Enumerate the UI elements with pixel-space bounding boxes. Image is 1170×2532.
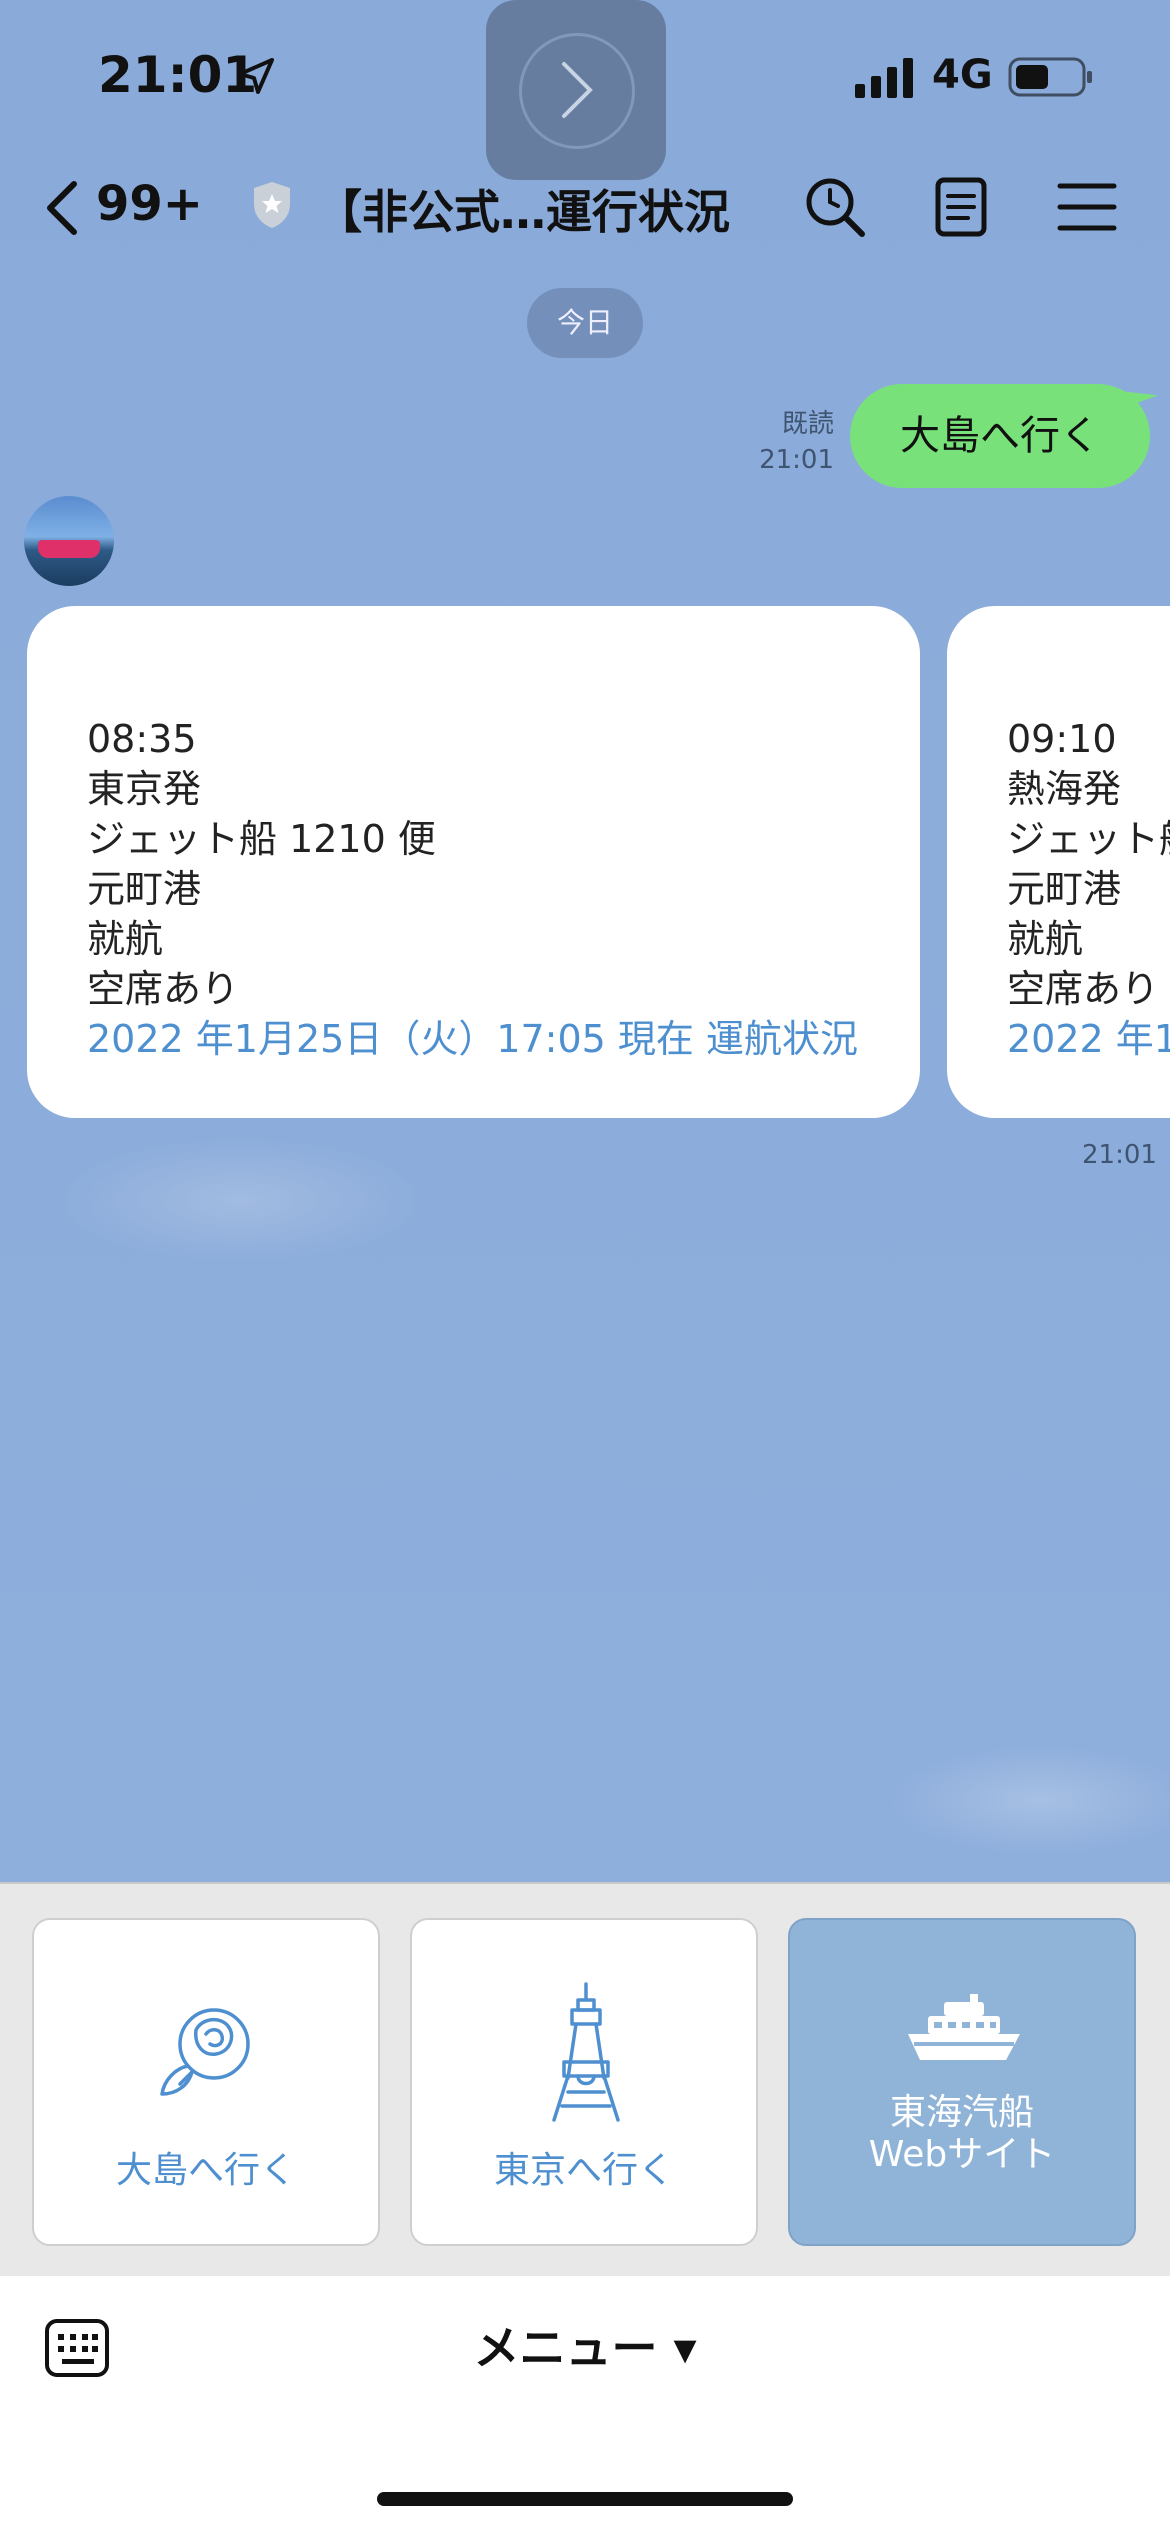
search-icon[interactable] bbox=[802, 174, 868, 240]
ship-icon bbox=[908, 1994, 1020, 2060]
status-bar: 21:01 4G bbox=[0, 0, 1170, 180]
departure-origin: 熱海発 bbox=[1007, 767, 1122, 811]
vessel-name: ジェット船 1210 便 bbox=[87, 817, 436, 861]
arrival-port: 元町港 bbox=[1007, 867, 1122, 911]
tile-label-line1: 東海汽船 bbox=[889, 2092, 1034, 2133]
chat-title[interactable]: 【非公式…運行状況 bbox=[316, 176, 730, 242]
seat-availability: 空席あり bbox=[1007, 967, 1160, 1011]
vessel-name: ジェット船 bbox=[1007, 817, 1170, 861]
tile-label-line2: Webサイト bbox=[868, 2134, 1056, 2175]
status-link[interactable]: 2022 年1月25日（火）17:05 現在 運航状況 bbox=[87, 1014, 858, 1064]
departure-time: 08:35 bbox=[87, 717, 197, 761]
bottom-bar: メニュー ▾ bbox=[0, 2276, 1170, 2532]
outgoing-message-bubble[interactable]: 大島へ行く bbox=[850, 384, 1150, 488]
departure-time: 09:10 bbox=[1007, 717, 1117, 761]
chevron-right-icon bbox=[562, 62, 593, 118]
arrival-port: 元町港 bbox=[87, 867, 202, 911]
status-time: 21:01 bbox=[98, 46, 258, 104]
location-arrow-icon bbox=[238, 58, 274, 94]
outgoing-time: 21:01 bbox=[759, 445, 834, 475]
menu-toggle[interactable]: メニュー ▾ bbox=[0, 2312, 1170, 2378]
official-shield-icon bbox=[254, 182, 290, 228]
tile-label: 東京へ行く bbox=[493, 2150, 674, 2191]
seat-availability: 空席あり bbox=[87, 967, 240, 1011]
camellia-flower-icon bbox=[160, 2008, 250, 2096]
signal-icon bbox=[855, 58, 913, 98]
notes-icon[interactable] bbox=[928, 174, 994, 240]
tokyo-tower-icon bbox=[552, 1982, 620, 2122]
flex-message-card[interactable]: 08:35 東京発 ジェット船 1210 便 元町港 就航 空席あり 2022 … bbox=[27, 606, 920, 1118]
date-separator: 今日 bbox=[527, 288, 643, 358]
floating-next-button[interactable] bbox=[486, 0, 666, 180]
menu-hamburger-icon[interactable] bbox=[1054, 174, 1120, 240]
status-link[interactable]: 2022 年1月 bbox=[1007, 1014, 1170, 1064]
read-label: 既読 bbox=[781, 409, 834, 439]
incoming-time: 21:01 bbox=[1082, 1140, 1157, 1170]
service-status: 就航 bbox=[87, 917, 164, 961]
departure-origin: 東京発 bbox=[87, 767, 202, 811]
card-content: 08:35 東京発 ジェット船 1210 便 元町港 就航 空席あり 2022 … bbox=[87, 714, 858, 1064]
flex-message-card[interactable]: 09:10 熱海発 ジェット船 元町港 就航 空席あり 2022 年1月 bbox=[947, 606, 1170, 1118]
avatar-ship-shape bbox=[38, 540, 100, 558]
tile-label: 大島へ行く bbox=[115, 2150, 296, 2191]
network-type: 4G bbox=[932, 52, 993, 98]
back-unread-count[interactable]: 99+ bbox=[96, 176, 203, 232]
bot-avatar[interactable] bbox=[24, 496, 114, 586]
battery-icon bbox=[1008, 57, 1092, 97]
read-receipt: 既読 21:01 bbox=[759, 406, 834, 478]
service-status: 就航 bbox=[1007, 917, 1084, 961]
rich-menu-tokyo-button[interactable]: 東京へ行く bbox=[410, 1918, 758, 2246]
rich-menu-oshima-button[interactable]: 大島へ行く bbox=[32, 1918, 380, 2246]
tile-label: 東海汽船 Webサイト bbox=[790, 2092, 1134, 2176]
home-indicator[interactable] bbox=[377, 2492, 793, 2506]
back-chevron-icon[interactable] bbox=[40, 178, 84, 238]
card-content: 09:10 熱海発 ジェット船 元町港 就航 空席あり 2022 年1月 bbox=[1007, 714, 1170, 1064]
rich-menu-tokaikisen-web-button[interactable]: 東海汽船 Webサイト bbox=[788, 1918, 1136, 2246]
